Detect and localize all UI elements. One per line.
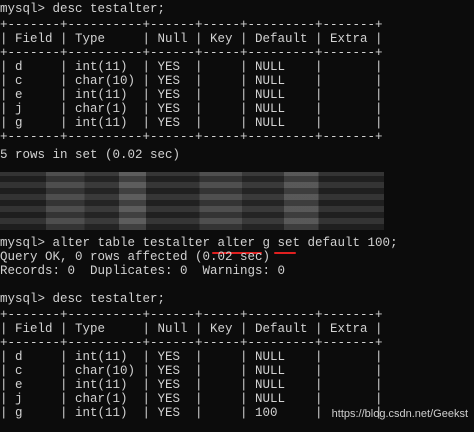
table-row: | d | int(11) | YES | | NULL | | — [0, 60, 383, 74]
table-row: | g | int(11) | YES | | 100 | | — [0, 406, 383, 420]
table-header-row: | Field | Type | Null | Key | Default | … — [0, 32, 383, 46]
terminal-window[interactable]: mysql> desc testalter; +-------+--------… — [0, 0, 474, 432]
records-line: Records: 0 Duplicates: 0 Warnings: 0 — [0, 264, 286, 278]
result-line: 5 rows in set (0.02 sec) — [0, 148, 181, 162]
table-row: | j | char(1) | YES | | NULL | | — [0, 102, 383, 116]
table-row: | c | char(10) | YES | | NULL | | — [0, 364, 383, 378]
redacted-block — [0, 172, 384, 230]
table-border-top: +-------+----------+------+-----+-------… — [0, 308, 383, 322]
table-row: | g | int(11) | YES | | NULL | | — [0, 116, 383, 130]
table-row: | e | int(11) | YES | | NULL | | — [0, 88, 383, 102]
table-row: | e | int(11) | YES | | NULL | | — [0, 378, 383, 392]
table-row: | j | char(1) | YES | | NULL | | — [0, 392, 383, 406]
table-border-bottom: +-------+----------+------+-----+-------… — [0, 130, 383, 144]
table-border-mid: +-------+----------+------+-----+-------… — [0, 336, 383, 350]
query-ok-line: Query OK, 0 rows affected (0.02 sec) — [0, 250, 271, 264]
alter-prompt-line: mysql> alter table testalter alter g set… — [0, 236, 398, 250]
table-border-mid: +-------+----------+------+-----+-------… — [0, 46, 383, 60]
red-underline-annotation — [274, 252, 296, 254]
prompt-line: mysql> desc testalter; — [0, 292, 166, 306]
prompt-line: mysql> desc testalter; — [0, 2, 166, 16]
watermark: https://blog.csdn.net/Geekst — [331, 408, 468, 420]
table-row: | d | int(11) | YES | | NULL | | — [0, 350, 383, 364]
table-header-row: | Field | Type | Null | Key | Default | … — [0, 322, 383, 336]
table-border-top: +-------+----------+------+-----+-------… — [0, 18, 383, 32]
table-row: | c | char(10) | YES | | NULL | | — [0, 74, 383, 88]
